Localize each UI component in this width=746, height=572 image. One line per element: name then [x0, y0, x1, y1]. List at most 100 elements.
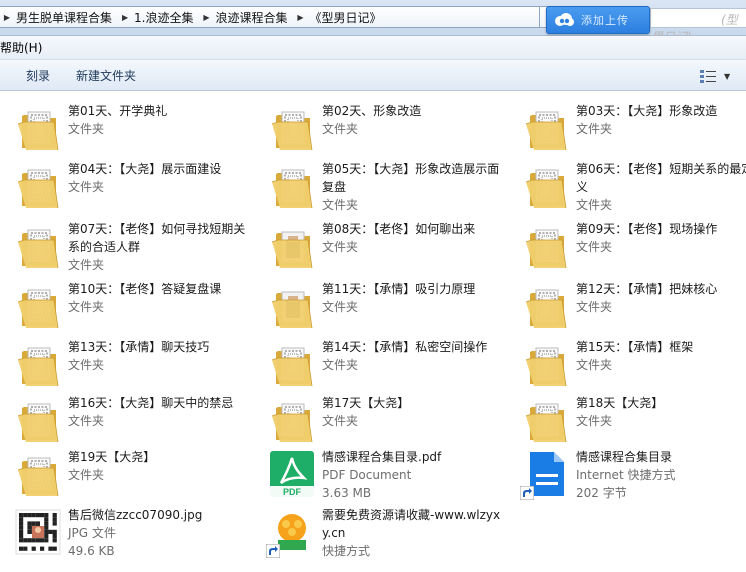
item-type: 文件夹 — [576, 122, 613, 136]
menu-bar: 帮助(H) — [0, 36, 746, 60]
chevron-right-icon[interactable]: ▶ — [118, 13, 132, 22]
command-toolbar: 刻录 新建文件夹 ▼ — [0, 60, 746, 91]
folder-icon — [522, 282, 570, 330]
item-meta: 第04天：【大尧】展示面建设 文件夹 — [68, 160, 252, 196]
folder-item[interactable]: 第08天：【老佟】如何聊出来 文件夹 — [254, 218, 508, 276]
item-name: 第06天：【老佟】短期关系的最定义 — [576, 162, 746, 194]
burn-button[interactable]: 刻录 — [0, 63, 63, 87]
item-name: 需要免费资源请收藏-www.wlzyxy.cn — [322, 508, 501, 540]
search-input[interactable]: (型男日记) — [650, 8, 746, 44]
item-type: 文件夹 — [322, 198, 359, 212]
file-item[interactable]: 需要免费资源请收藏-www.wlzyxy.cn 快捷方式 — [254, 504, 508, 562]
chevron-down-icon[interactable]: ▼ — [724, 72, 730, 81]
item-name: 第01天、开学典礼 — [68, 104, 168, 118]
item-name: 第03天：【大尧】形象改造 — [576, 104, 718, 118]
file-list: 第01天、开学典礼 文件夹 第02天、形象改造 文件夹 第03天：【大尧】形象改造 文件夹… — [0, 92, 746, 572]
breadcrumb: ▶ 男生脱单课程合集 ▶ 1.浪迹全集 ▶ 浪迹课程合集 ▶ 《型男日记》 — [0, 6, 540, 28]
cloud-upload-button[interactable]: 添加上传 — [546, 6, 650, 34]
file-item[interactable]: 售后微信zzcc07090.jpg JPG 文件 49.6 KB — [0, 504, 254, 562]
item-type: 快捷方式 — [322, 544, 371, 558]
folder-icon — [522, 340, 570, 388]
breadcrumb-item[interactable]: 1.浪迹全集 ▶ — [132, 7, 213, 27]
file-item[interactable]: 情感课程合集目录 Internet 快捷方式 202 字节 — [508, 446, 746, 504]
folder-item[interactable]: 第01天、开学典礼 文件夹 — [0, 100, 254, 158]
item-meta: 第17天【大尧】 文件夹 — [322, 394, 506, 430]
menu-help[interactable]: 帮助(H) — [0, 39, 42, 56]
folder-item[interactable]: 第19天【大尧】 文件夹 — [0, 446, 254, 504]
item-name: 第19天【大尧】 — [68, 450, 156, 464]
folder-icon — [522, 104, 570, 152]
folder-item[interactable]: 第14天：【承情】私密空间操作 文件夹 — [254, 336, 508, 394]
breadcrumb-root[interactable]: ▶ — [0, 7, 14, 27]
folder-icon — [14, 450, 62, 498]
file-item[interactable]: PDF 情感课程合集目录.pdf PDF Document 3.63 MB — [254, 446, 508, 504]
breadcrumb-item[interactable]: 男生脱单课程合集 ▶ — [14, 7, 132, 27]
folder-icon — [14, 162, 62, 210]
item-size: 202 字节 — [576, 486, 627, 500]
folder-item[interactable]: 第10天：【老佟】答疑复盘课 文件夹 — [0, 278, 254, 336]
folder-icon — [268, 340, 316, 388]
item-name: 第07天：【老佟】如何寻找短期关系的合适人群 — [68, 222, 246, 254]
item-type: 文件夹 — [322, 414, 359, 428]
folder-item[interactable]: 第03天：【大尧】形象改造 文件夹 — [508, 100, 746, 158]
item-meta: 第15天：【承情】框架 文件夹 — [576, 338, 746, 374]
item-meta: 第16天：【大尧】聊天中的禁忌 文件夹 — [68, 394, 252, 430]
item-meta: 需要免费资源请收藏-www.wlzyxy.cn 快捷方式 — [322, 506, 506, 560]
folder-item[interactable]: 第06天：【老佟】短期关系的最定义文件夹 — [508, 158, 746, 216]
item-name: 第13天：【承情】聊天技巧 — [68, 340, 210, 354]
cloud-upload-label: 添加上传 — [581, 14, 629, 27]
item-type: 文件夹 — [322, 300, 359, 314]
item-meta: 第14天：【承情】私密空间操作 文件夹 — [322, 338, 506, 374]
folder-item[interactable]: 第07天：【老佟】如何寻找短期关系的合适人群 文件夹 — [0, 218, 254, 276]
item-name: 第12天：【承情】把妹核心 — [576, 282, 718, 296]
item-name: 第14天：【承情】私密空间操作 — [322, 340, 488, 354]
shortcut-icon — [266, 508, 316, 558]
item-meta: 第10天：【老佟】答疑复盘课 文件夹 — [68, 280, 252, 316]
new-folder-button[interactable]: 新建文件夹 — [63, 63, 149, 87]
chevron-right-icon[interactable]: ▶ — [0, 13, 14, 22]
item-meta: 第07天：【老佟】如何寻找短期关系的合适人群 文件夹 — [68, 220, 252, 274]
breadcrumb-item[interactable]: 浪迹课程合集 ▶ — [213, 7, 307, 27]
item-meta: 第19天【大尧】 文件夹 — [68, 448, 252, 484]
folder-icon — [14, 396, 62, 444]
folder-item[interactable]: 第18天【大尧】 文件夹 — [508, 392, 746, 450]
item-name: 第05天：【大尧】形象改造展示面复盘 — [322, 162, 500, 194]
item-meta: 第12天：【承情】把妹核心 文件夹 — [576, 280, 746, 316]
item-meta: 售后微信zzcc07090.jpg JPG 文件 49.6 KB — [68, 506, 252, 560]
item-type: 文件夹 — [322, 358, 359, 372]
item-meta: 第13天：【承情】聊天技巧 文件夹 — [68, 338, 252, 374]
address-bar: ▶ 男生脱单课程合集▶ 1.浪迹全集▶ 浪迹课程合集▶ 《型男日记》 ▼ (型男… — [0, 0, 746, 44]
folder-item[interactable]: 第15天：【承情】框架 文件夹 — [508, 336, 746, 394]
folder-item[interactable]: 第05天：【大尧】形象改造展示面复盘文件夹 — [254, 158, 508, 216]
folder-item[interactable]: 第11天：【承情】吸引力原理 文件夹 — [254, 278, 508, 336]
item-meta: 第11天：【承情】吸引力原理 文件夹 — [322, 280, 506, 316]
item-meta: 情感课程合集目录 Internet 快捷方式 202 字节 — [576, 448, 746, 502]
change-view-button[interactable]: ▼ — [700, 66, 736, 86]
item-meta: 第09天：【老佟】现场操作 文件夹 — [576, 220, 746, 256]
chevron-right-icon[interactable]: ▶ — [199, 13, 213, 22]
item-size: 49.6 KB — [68, 544, 115, 558]
folder-item[interactable]: 第13天：【承情】聊天技巧 文件夹 — [0, 336, 254, 394]
item-name: 第17天【大尧】 — [322, 396, 410, 410]
folder-item[interactable]: 第12天：【承情】把妹核心 文件夹 — [508, 278, 746, 336]
chevron-right-icon[interactable]: ▶ — [293, 13, 307, 22]
folder-item[interactable]: 第02天、形象改造 文件夹 — [254, 100, 508, 158]
item-type: 文件夹 — [68, 468, 105, 482]
shortcut-arrow-icon — [266, 544, 280, 558]
item-type: 文件夹 — [576, 198, 613, 212]
item-name: 情感课程合集目录.pdf — [322, 450, 442, 464]
folder-item[interactable]: 第04天：【大尧】展示面建设 文件夹 — [0, 158, 254, 216]
folder-item[interactable]: 第16天：【大尧】聊天中的禁忌 文件夹 — [0, 392, 254, 450]
qr-image-icon — [14, 508, 62, 556]
item-name: 第16天：【大尧】聊天中的禁忌 — [68, 396, 234, 410]
folder-item[interactable]: 第17天【大尧】 文件夹 — [254, 392, 508, 450]
item-name: 第08天：【老佟】如何聊出来 — [322, 222, 476, 236]
item-type: Internet 快捷方式 — [576, 468, 676, 482]
folder-item[interactable]: 第09天：【老佟】现场操作 文件夹 — [508, 218, 746, 276]
folder-icon — [14, 104, 62, 152]
breadcrumb-item[interactable]: 《型男日记》 — [307, 7, 387, 27]
item-name: 第10天：【老佟】答疑复盘课 — [68, 282, 222, 296]
item-type: 文件夹 — [322, 122, 359, 136]
folder-icon — [268, 222, 316, 270]
folder-icon — [14, 282, 62, 330]
